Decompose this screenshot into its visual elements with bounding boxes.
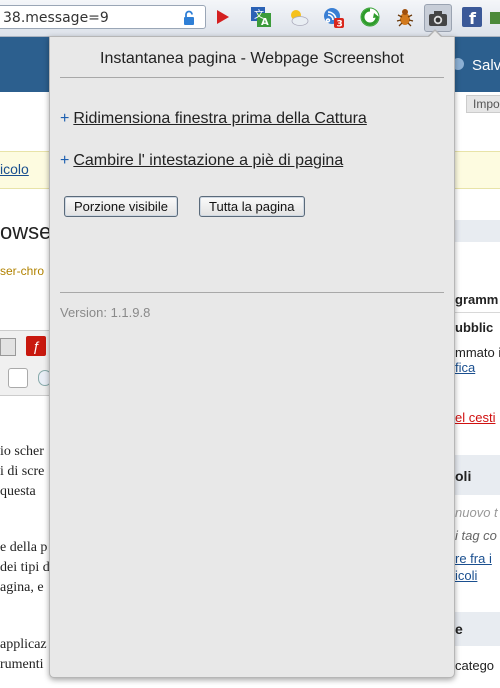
body-text-line: dei tipi d	[0, 560, 50, 575]
version-label: Version: 1.1.9.8	[60, 305, 151, 320]
body-text-line: applicaz	[0, 637, 47, 652]
translate-icon[interactable]: 文 A	[250, 6, 272, 28]
sidebar-link[interactable]: re fra i	[455, 551, 492, 566]
grid-icon[interactable]	[0, 338, 16, 356]
sidebar-heading: e	[455, 621, 463, 637]
sidebar-section-bar	[455, 220, 500, 242]
header-footer-link[interactable]: Cambire l' intestazione a piè di pagina	[73, 152, 343, 169]
browser-toolbar: 38.message=9 文 A 3 f	[0, 0, 500, 37]
sidebar-text: catego	[455, 658, 495, 673]
rss-icon[interactable]: 3	[322, 6, 344, 28]
full-page-button[interactable]: Tutta la pagina	[199, 196, 305, 217]
expand-plus-icon[interactable]: +	[60, 152, 69, 169]
sidebar-text: gramm	[455, 292, 499, 307]
header-footer-option[interactable]: + Cambire l' intestazione a piè di pagina	[60, 152, 343, 170]
page-heading-fragment: owse	[0, 219, 52, 244]
puzzle-icon[interactable]	[488, 6, 500, 28]
bug-icon[interactable]	[394, 6, 416, 28]
sidebar-text: i tag co	[455, 528, 497, 543]
article-link[interactable]: icolo	[0, 161, 29, 177]
resize-window-option[interactable]: + Ridimensiona finestra prima della Cattu…	[60, 110, 367, 128]
sidebar-link[interactable]: icoli	[455, 568, 477, 583]
weather-icon[interactable]	[287, 6, 309, 28]
sidebar-link[interactable]: fica	[455, 360, 475, 375]
address-bar-text[interactable]: 38.message=9	[3, 10, 109, 26]
body-text-line: questa	[0, 484, 36, 499]
body-text-line: e della p	[0, 540, 48, 555]
sidebar-heading: oli	[455, 468, 472, 484]
sidebar-divider	[455, 312, 500, 313]
body-text-line: i di scre	[0, 464, 45, 479]
rss-badge: 3	[337, 20, 343, 29]
resize-window-link[interactable]: Ridimensiona finestra prima della Cattur…	[73, 110, 366, 127]
redo-icon[interactable]	[8, 368, 28, 388]
url-fragment: ser-chro	[0, 264, 45, 278]
flash-icon[interactable]: ƒ	[26, 336, 46, 356]
svg-text:A: A	[261, 17, 269, 28]
save-header-button[interactable]: Salv	[472, 57, 500, 74]
address-bar[interactable]: 38.message=9	[0, 5, 206, 29]
notice-bar-right	[455, 151, 500, 189]
go-icon[interactable]	[212, 7, 232, 27]
popup-divider	[60, 292, 444, 293]
body-text-line: io scher	[0, 444, 44, 459]
sidebar-red-link[interactable]: el cesti	[455, 410, 495, 425]
body-text-line: rumenti	[0, 657, 44, 672]
lock-icon[interactable]	[181, 10, 197, 26]
facebook-icon[interactable]: f	[461, 6, 483, 28]
refresh-icon[interactable]	[359, 6, 381, 28]
popup-arrow-fill	[428, 31, 442, 38]
svg-text:f: f	[469, 9, 477, 28]
sidebar-input-hint[interactable]: nuovo t	[455, 505, 498, 520]
sidebar-text: mmato i	[455, 345, 500, 360]
camera-icon[interactable]	[424, 4, 452, 32]
popup-divider	[60, 77, 444, 78]
impo-tab[interactable]: Impo	[466, 95, 500, 113]
expand-plus-icon[interactable]: +	[60, 110, 69, 127]
body-text-line: agina, e	[0, 580, 44, 595]
popup-title: Instantanea pagina - Webpage Screenshot	[100, 50, 404, 67]
screenshot-popup: Instantanea pagina - Webpage Screenshot …	[49, 36, 455, 678]
sidebar-text: ubblic	[455, 320, 494, 335]
visible-portion-button[interactable]: Porzione visibile	[64, 196, 178, 217]
